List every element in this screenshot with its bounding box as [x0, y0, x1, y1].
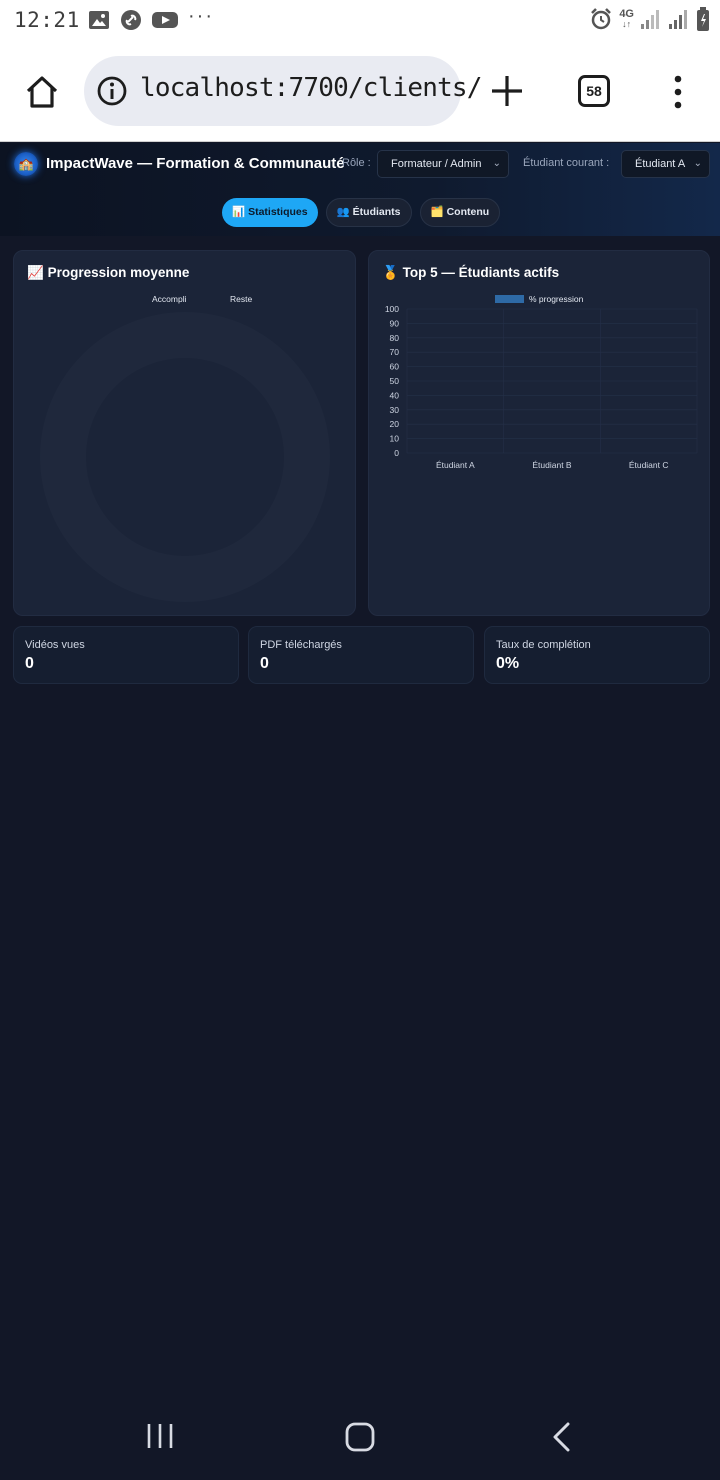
student-label: Étudiant courant :	[523, 157, 610, 169]
stat-label: PDF téléchargés	[260, 639, 342, 651]
y-tick-label: 100	[385, 304, 399, 314]
student-select[interactable]: Étudiant A ⌄	[621, 150, 710, 178]
more-dots-icon: ···	[188, 4, 214, 27]
tab-etudiants[interactable]: 👥 Étudiants	[325, 198, 412, 227]
legend-reste[interactable]: Reste	[230, 294, 252, 304]
y-tick-label: 80	[390, 333, 400, 343]
y-tick-label: 50	[390, 376, 400, 386]
legend-swatch	[495, 295, 524, 303]
progress-title-text: Progression moyenne	[47, 265, 190, 280]
address-bar[interactable]: localhost:7700/clients/	[84, 56, 482, 126]
users-icon: 👥	[336, 206, 350, 218]
alarm-icon	[591, 8, 612, 30]
stat-card-pdf: PDF téléchargés 0	[248, 626, 474, 684]
donut-legend: Accompli Reste	[14, 294, 357, 306]
network-indicator: 4G ↓↑	[619, 8, 634, 30]
top5-card-title: 🏅 Top 5 — Étudiants actifs	[382, 265, 559, 281]
x-tick-label: Étudiant B	[532, 460, 572, 470]
home-nav-icon[interactable]	[345, 1422, 375, 1452]
top5-bar-chart: 1009080706050403020100Étudiant A Étudiant…	[385, 304, 698, 470]
stat-card-completion: Taux de complétion 0%	[484, 626, 710, 684]
y-tick-label: 10	[390, 434, 400, 444]
role-select[interactable]: Formateur / Admin ⌄	[377, 150, 509, 178]
chevron-down-icon: ⌄	[693, 158, 702, 169]
tab-label: Statistiques	[248, 206, 308, 218]
tab-label: Étudiants	[352, 206, 401, 218]
trend-icon: 📈	[27, 265, 44, 280]
y-tick-label: 0	[394, 448, 399, 458]
youtube-icon	[152, 12, 178, 28]
signal-icon	[669, 10, 687, 29]
stat-value: 0%	[496, 655, 520, 672]
stat-card-videos: Vidéos vues 0	[13, 626, 239, 684]
tab-contenu[interactable]: 🗂️ Contenu	[419, 198, 501, 227]
top5-card: 🏅 Top 5 — Étudiants actifs % progression…	[368, 250, 710, 616]
chevron-down-icon: ⌄	[492, 158, 501, 169]
stat-label: Taux de complétion	[496, 639, 591, 651]
recents-icon[interactable]	[146, 1422, 174, 1450]
tab-statistiques[interactable]: 📊 Statistiques	[222, 198, 318, 227]
donut-ring	[40, 312, 330, 602]
tab-bar: 📊 Statistiques 👥 Étudiants 🗂️ Contenu	[222, 198, 501, 227]
home-icon[interactable]	[24, 74, 60, 110]
stat-value: 0	[25, 655, 34, 672]
status-bar: 12:21 ··· 4G ↓↑	[0, 0, 720, 42]
battery-icon	[697, 7, 709, 31]
new-tab-icon[interactable]	[488, 72, 526, 110]
stat-value: 0	[260, 655, 269, 672]
progress-donut-chart	[40, 312, 330, 602]
top5-title-text: Top 5 — Étudiants actifs	[402, 265, 560, 280]
url-text[interactable]: localhost:7700/clients/	[140, 73, 482, 103]
menu-dots-icon[interactable]	[668, 74, 688, 110]
stat-label: Vidéos vues	[25, 639, 85, 651]
student-select-value: Étudiant A	[635, 158, 686, 170]
status-time: 12:21	[14, 8, 80, 32]
tab-label: Contenu	[446, 206, 490, 218]
y-tick-label: 90	[390, 318, 400, 328]
y-tick-label: 70	[390, 347, 400, 357]
folder-icon: 🗂️	[430, 206, 444, 218]
school-logo-icon: 🏫	[14, 152, 38, 176]
info-icon[interactable]	[96, 75, 128, 107]
x-tick-label: Étudiant A	[436, 460, 475, 470]
progress-card-title: 📈 Progression moyenne	[27, 265, 189, 281]
medal-icon: 🏅	[382, 265, 399, 280]
link-icon	[121, 10, 141, 30]
progress-card: 📈 Progression moyenne Accompli Reste	[13, 250, 356, 616]
app-title: ImpactWave — Formation & Communauté	[46, 155, 345, 172]
signal-icon	[641, 10, 659, 29]
back-icon[interactable]	[550, 1422, 574, 1452]
role-select-value: Formateur / Admin	[391, 158, 482, 170]
browser-toolbar: localhost:7700/clients/ 58	[0, 42, 720, 142]
system-nav-bar	[0, 1392, 720, 1480]
y-tick-label: 20	[390, 419, 400, 429]
legend-accompli[interactable]: Accompli	[152, 294, 186, 304]
app-header: 🏫 ImpactWave — Formation & Communauté Rô…	[0, 143, 720, 236]
tab-switcher-button[interactable]: 58	[578, 75, 610, 107]
chart-icon: 📊	[232, 206, 246, 218]
y-tick-label: 40	[390, 390, 400, 400]
y-tick-label: 60	[390, 362, 400, 372]
role-label: Rôle :	[342, 157, 371, 169]
y-tick-label: 30	[390, 405, 400, 415]
x-tick-label: Étudiant C	[629, 460, 669, 470]
image-icon	[89, 11, 109, 29]
